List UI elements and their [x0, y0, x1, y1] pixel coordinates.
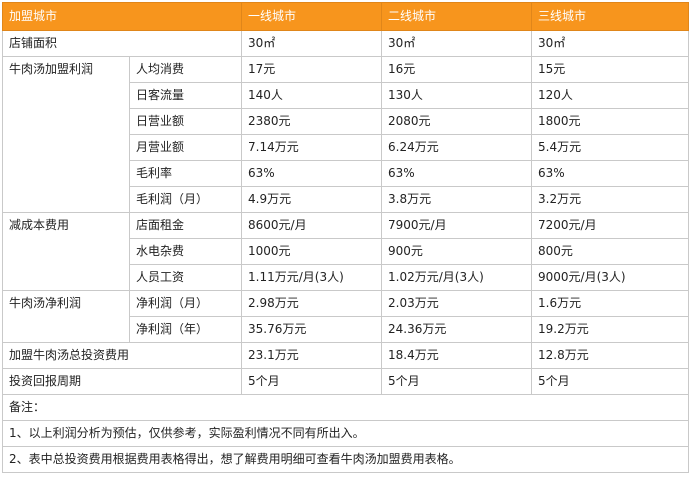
table-row: 加盟牛肉汤总投资费用 23.1万元 18.4万元 12.8万元: [1, 342, 690, 369]
cell-tier1: 5个月: [241, 368, 383, 395]
row-label: 毛利率: [128, 160, 243, 187]
notes-row: 2、表中总投资费用根据费用表格得出，想了解费用明细可查看牛肉汤加盟费用表格。: [1, 446, 690, 473]
cell-tier1: 23.1万元: [241, 342, 383, 369]
cell-tier2: 130人: [381, 82, 533, 109]
notes-row: 备注：: [1, 394, 690, 421]
franchise-profit-table: 加盟城市 一线城市 二线城市 三线城市 店铺面积 30㎡ 30㎡ 30㎡ 牛肉汤…: [1, 2, 690, 473]
cell-tier3: 5个月: [531, 368, 690, 395]
table-row: 店铺面积 30㎡ 30㎡ 30㎡: [1, 30, 690, 57]
cell-tier3: 63%: [531, 160, 690, 187]
cell-tier1: 35.76万元: [241, 316, 383, 343]
header-tier2: 二线城市: [381, 2, 533, 31]
cell-tier2: 7900元/月: [381, 212, 533, 239]
cell-tier3: 1800元: [531, 108, 690, 135]
cell-tier2: 24.36万元: [381, 316, 533, 343]
cell-tier3: 800元: [531, 238, 690, 265]
cell-tier3: 30㎡: [531, 30, 690, 57]
cell-tier2: 2.03万元: [381, 290, 533, 317]
row-label: 人均消费: [128, 56, 243, 83]
cell-tier3: 7200元/月: [531, 212, 690, 239]
table-row: 牛肉汤加盟利润 人均消费 17元 16元 15元: [2, 56, 690, 213]
notes-line-2: 2、表中总投资费用根据费用表格得出，想了解费用明细可查看牛肉汤加盟费用表格。: [1, 446, 690, 473]
row-label: 店面租金: [128, 212, 243, 239]
row-label: 投资回报周期: [1, 368, 243, 395]
row-label: 净利润（月）: [128, 290, 243, 317]
cell-tier2: 5个月: [381, 368, 533, 395]
cell-tier1: 1000元: [241, 238, 383, 265]
cell-tier2: 63%: [381, 160, 533, 187]
cell-tier1: 30㎡: [241, 30, 383, 57]
table-row: 牛肉汤净利润 净利润（月） 2.98万元 2.03万元 1.6万元: [2, 290, 690, 343]
cell-tier2: 6.24万元: [381, 134, 533, 161]
cell-tier3: 1.6万元: [531, 290, 690, 317]
cell-tier1: 2380元: [241, 108, 383, 135]
row-label: 日客流量: [128, 82, 243, 109]
header-row: 加盟城市 一线城市 二线城市 三线城市: [1, 2, 690, 31]
notes-line-1: 1、以上利润分析为预估，仅供参考，实际盈利情况不同有所出入。: [1, 420, 690, 447]
cell-tier2: 30㎡: [381, 30, 533, 57]
group-label-costs: 减成本费用: [2, 212, 130, 291]
cell-tier1: 63%: [241, 160, 383, 187]
group-label-profit: 牛肉汤加盟利润: [2, 56, 130, 213]
cell-tier3: 19.2万元: [531, 316, 690, 343]
cell-tier3: 12.8万元: [531, 342, 690, 369]
table-row: 投资回报周期 5个月 5个月 5个月: [1, 368, 690, 395]
cell-tier2: 2080元: [381, 108, 533, 135]
row-label: 净利润（年）: [128, 316, 243, 343]
cell-tier3: 9000元/月(3人): [531, 264, 690, 291]
cell-tier1: 8600元/月: [241, 212, 383, 239]
notes-title: 备注：: [1, 394, 690, 421]
row-label: 毛利润（月）: [128, 186, 243, 213]
cell-tier2: 16元: [381, 56, 533, 83]
notes-row: 1、以上利润分析为预估，仅供参考，实际盈利情况不同有所出入。: [1, 420, 690, 447]
row-label: 加盟牛肉汤总投资费用: [1, 342, 243, 369]
cell-tier1: 1.11万元/月(3人): [241, 264, 383, 291]
row-label: 水电杂费: [128, 238, 243, 265]
table-row: 减成本费用 店面租金 8600元/月 7900元/月 7200元/月: [2, 212, 690, 291]
cell-tier3: 15元: [531, 56, 690, 83]
row-label: 人员工资: [128, 264, 243, 291]
row-label: 日营业额: [128, 108, 243, 135]
cell-tier3: 120人: [531, 82, 690, 109]
cell-tier3: 5.4万元: [531, 134, 690, 161]
cell-tier1: 7.14万元: [241, 134, 383, 161]
row-label: 月营业额: [128, 134, 243, 161]
header-tier1: 一线城市: [241, 2, 383, 31]
cell-tier2: 1.02万元/月(3人): [381, 264, 533, 291]
cell-tier2: 3.8万元: [381, 186, 533, 213]
cell-tier1: 17元: [241, 56, 383, 83]
header-tier3: 三线城市: [531, 2, 690, 31]
row-label: 店铺面积: [1, 30, 243, 57]
cell-tier3: 3.2万元: [531, 186, 690, 213]
cell-tier1: 4.9万元: [241, 186, 383, 213]
group-label-net-profit: 牛肉汤净利润: [2, 290, 130, 343]
header-city-label: 加盟城市: [1, 2, 243, 31]
cell-tier2: 900元: [381, 238, 533, 265]
cell-tier1: 140人: [241, 82, 383, 109]
cell-tier2: 18.4万元: [381, 342, 533, 369]
cell-tier1: 2.98万元: [241, 290, 383, 317]
